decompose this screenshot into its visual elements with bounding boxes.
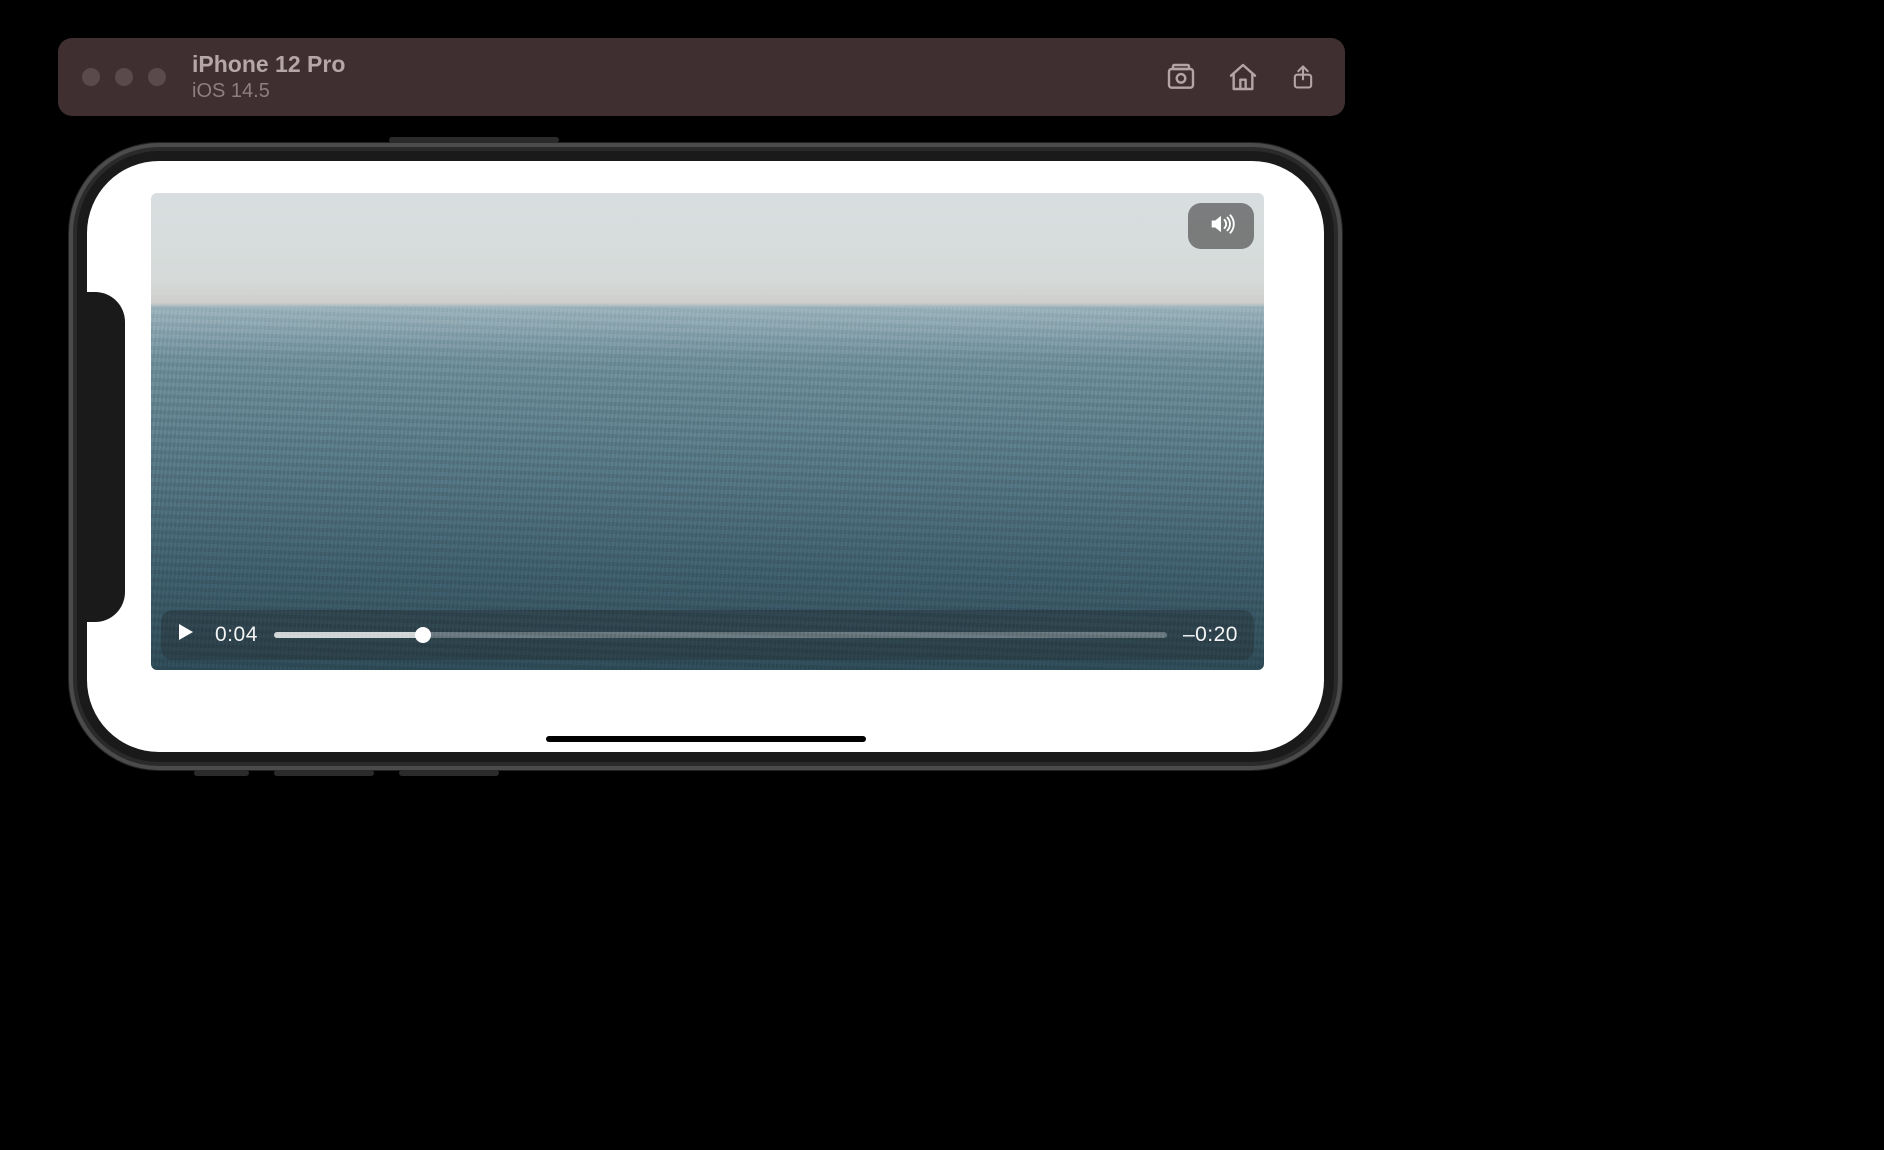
device-label: iPhone 12 Pro iOS 14.5 (192, 52, 345, 101)
close-window-button[interactable] (82, 68, 100, 86)
scrubber-track[interactable] (274, 632, 1167, 638)
speaker-loud-icon (1204, 210, 1238, 243)
minimize-window-button[interactable] (115, 68, 133, 86)
home-icon[interactable] (1227, 61, 1259, 93)
zoom-window-button[interactable] (148, 68, 166, 86)
home-indicator[interactable] (546, 736, 866, 742)
share-icon[interactable] (1289, 61, 1321, 93)
device-name: iPhone 12 Pro (192, 52, 345, 77)
phone-frame: 0:04 –0:20 (69, 143, 1342, 770)
side-button-mute (194, 770, 249, 776)
play-icon (173, 620, 197, 650)
notch (87, 292, 125, 622)
side-button-voldown (399, 770, 499, 776)
video-player[interactable]: 0:04 –0:20 (151, 193, 1264, 670)
phone-screen: 0:04 –0:20 (87, 161, 1324, 752)
scrubber-thumb[interactable] (415, 627, 431, 643)
screenshot-icon[interactable] (1165, 61, 1197, 93)
scrubber-fill (274, 632, 423, 638)
device-os: iOS 14.5 (192, 80, 345, 102)
time-elapsed: 0:04 (215, 623, 258, 647)
simulator-toolbar: iPhone 12 Pro iOS 14.5 (58, 38, 1345, 116)
play-button[interactable] (171, 621, 199, 649)
window-controls (82, 68, 166, 86)
toolbar-icons (1165, 61, 1321, 93)
player-controls: 0:04 –0:20 (161, 610, 1254, 660)
time-remaining: –0:20 (1183, 623, 1238, 647)
side-button-volup (274, 770, 374, 776)
side-button-power (389, 137, 559, 143)
volume-button[interactable] (1188, 203, 1254, 249)
